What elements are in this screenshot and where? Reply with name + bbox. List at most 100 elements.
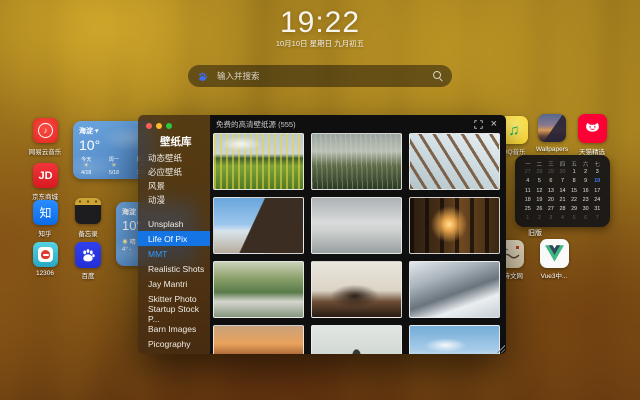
search-input[interactable] (215, 70, 433, 82)
calendar-day[interactable]: 31 (591, 205, 603, 214)
wallpaper-thumbnail-calm-sea[interactable] (311, 197, 402, 254)
calendar-day[interactable]: 4 (522, 177, 534, 186)
baidu-app-icon[interactable] (75, 242, 101, 268)
sidebar-item-必应壁纸[interactable]: 必应壁纸 (138, 165, 210, 179)
tmall-app-icon[interactable] (578, 114, 607, 143)
minimize-traffic-button[interactable] (156, 123, 162, 129)
calendar-day[interactable]: 13 (545, 187, 557, 196)
wallpaper-thumbnail-sky-clouds[interactable] (409, 325, 500, 354)
sidebar-item-jay-mantri[interactable]: Jay Mantri (138, 276, 210, 291)
calendar-widget[interactable]: 一二三四五六七 27 28 29 30 1 2 3 4 5 6 7 8 9 10 11 12 13 14 15 16 1… (515, 155, 610, 227)
calendar-day[interactable]: 27 (522, 168, 534, 177)
calendar-day[interactable]: 20 (545, 196, 557, 205)
calendar-day[interactable]: 25 (522, 205, 534, 214)
wallpaper-thumbnail-snow-mountains[interactable] (409, 261, 500, 318)
calendar-day-today[interactable]: 10 (591, 177, 603, 186)
sidebar-item-startup-stock-p[interactable]: Startup Stock P... (138, 304, 210, 324)
fullscreen-icon[interactable] (473, 119, 483, 129)
sidebar-item-mmt[interactable]: MMT (138, 246, 210, 261)
resize-handle[interactable] (497, 345, 505, 353)
calendar-weekday: 七 (594, 162, 600, 168)
calendar-day[interactable]: 4 (557, 214, 569, 223)
railway-12306-app-icon[interactable] (33, 242, 58, 267)
calendar-day[interactable]: 28 (534, 168, 546, 177)
clock-date: 10月10日 星期日 九月初五 (275, 39, 365, 48)
calendar-day[interactable]: 7 (591, 214, 603, 223)
calendar-day[interactable]: 28 (557, 205, 569, 214)
calendar-day[interactable]: 1 (568, 168, 580, 177)
calendar-day[interactable]: 16 (580, 187, 592, 196)
desktop: 19:22 10月10日 星期日 九月初五 ♪ 网易云音乐 JD 京东商城 知 … (0, 0, 640, 400)
wallpaper-thumbnail-barn-roof[interactable] (213, 197, 304, 254)
wallpaper-thumbnail-forest-sun[interactable] (409, 197, 500, 254)
window-titlebar: 免费的高清壁纸源 (555) × (210, 115, 506, 133)
calendar-day[interactable]: 21 (557, 196, 569, 205)
calendar-day[interactable]: 6 (545, 177, 557, 186)
wallpaper-thumbnail-mountain-village[interactable] (213, 261, 304, 318)
calendar-day[interactable]: 30 (580, 205, 592, 214)
calendar-day[interactable]: 11 (522, 187, 534, 196)
calendar-day[interactable]: 3 (545, 214, 557, 223)
calendar-day[interactable]: 19 (534, 196, 546, 205)
forecast-day: 周一 (108, 157, 120, 163)
sidebar-item-动态壁纸[interactable]: 动态壁纸 (138, 151, 210, 165)
calendar-day[interactable]: 29 (545, 168, 557, 177)
calendar-weekday-row: 一二三四五六七 (522, 160, 603, 168)
sidebar-item-动漫[interactable]: 动漫 (138, 193, 210, 207)
sidebar-header-wallpaper-library[interactable]: 壁纸库 (138, 134, 210, 149)
calendar-day[interactable]: 1 (522, 214, 534, 223)
sun-icon: ☀ (83, 163, 89, 169)
search-icon (433, 71, 443, 81)
calendar-weekday: 五 (571, 162, 577, 168)
calendar-days-grid: 27 28 29 30 1 2 3 4 5 6 7 8 9 10 11 12 13 14 15 16 17 18 19 20 2… (522, 168, 603, 224)
sidebar-item-picography[interactable]: Picography (138, 336, 210, 351)
wallpaper-thumbnail-grass-field[interactable] (311, 133, 402, 190)
calendar-day[interactable]: 22 (568, 196, 580, 205)
calendar-day[interactable]: 12 (534, 187, 546, 196)
wallpapers-app-icon[interactable] (538, 114, 566, 142)
wallpaper-thumbnail-sunflower-field[interactable] (213, 133, 304, 190)
calendar-day[interactable]: 23 (580, 196, 592, 205)
calendar-day[interactable]: 18 (522, 196, 534, 205)
calendar-day[interactable]: 17 (591, 187, 603, 196)
memo-app-icon[interactable] (75, 198, 101, 224)
calendar-day[interactable]: 6 (580, 214, 592, 223)
close-traffic-button[interactable] (146, 123, 152, 129)
sidebar-item-life-of-pix[interactable]: Life Of Pix (138, 231, 210, 246)
forecast-range: 5/18 (108, 170, 120, 176)
calendar-day[interactable]: 27 (545, 205, 557, 214)
calendar-day[interactable]: 15 (568, 187, 580, 196)
baidu-paw-icon (199, 71, 208, 81)
wallpaper-thumbnail-boardwalk[interactable] (409, 133, 500, 190)
calendar-day[interactable]: 9 (580, 177, 592, 186)
calendar-day[interactable]: 3 (591, 168, 603, 177)
railway-logo (38, 247, 53, 262)
sidebar-item-unsplash[interactable]: Unsplash (138, 216, 210, 231)
close-icon[interactable]: × (491, 119, 497, 130)
calendar-day[interactable]: 8 (568, 177, 580, 186)
calendar-day[interactable]: 5 (568, 214, 580, 223)
calendar-day[interactable]: 29 (568, 205, 580, 214)
calendar-day[interactable]: 24 (591, 196, 603, 205)
jd-mall-app-icon[interactable]: JD (33, 163, 58, 188)
calendar-day[interactable]: 7 (557, 177, 569, 186)
sidebar-item-风景[interactable]: 风景 (138, 179, 210, 193)
vue3-docs-app-icon[interactable] (540, 239, 569, 268)
wallpaper-thumbnail-bridge-sunset[interactable] (311, 261, 402, 318)
calendar-day[interactable]: 2 (580, 168, 592, 177)
calendar-day[interactable]: 2 (534, 214, 546, 223)
calendar-day[interactable]: 30 (557, 168, 569, 177)
calendar-day[interactable]: 5 (534, 177, 546, 186)
forecast-day: 今天 (81, 157, 92, 163)
netease-music-app-icon[interactable]: ♪ (33, 118, 58, 143)
calendar-day[interactable]: 14 (557, 187, 569, 196)
wallpaper-thumbnail-water-tower[interactable] (311, 325, 402, 354)
search-bar[interactable] (188, 65, 452, 87)
vue3-docs-label: Vue3中... (540, 273, 568, 280)
zhihu-app-icon[interactable]: 知 (33, 200, 58, 225)
sidebar-item-realistic-shots[interactable]: Realistic Shots (138, 261, 210, 276)
memo-label: 备忘录 (78, 231, 98, 238)
calendar-day[interactable]: 26 (534, 205, 546, 214)
wallpaper-thumbnail-sunset-clouds[interactable] (213, 325, 304, 354)
maximize-traffic-button[interactable] (166, 123, 172, 129)
